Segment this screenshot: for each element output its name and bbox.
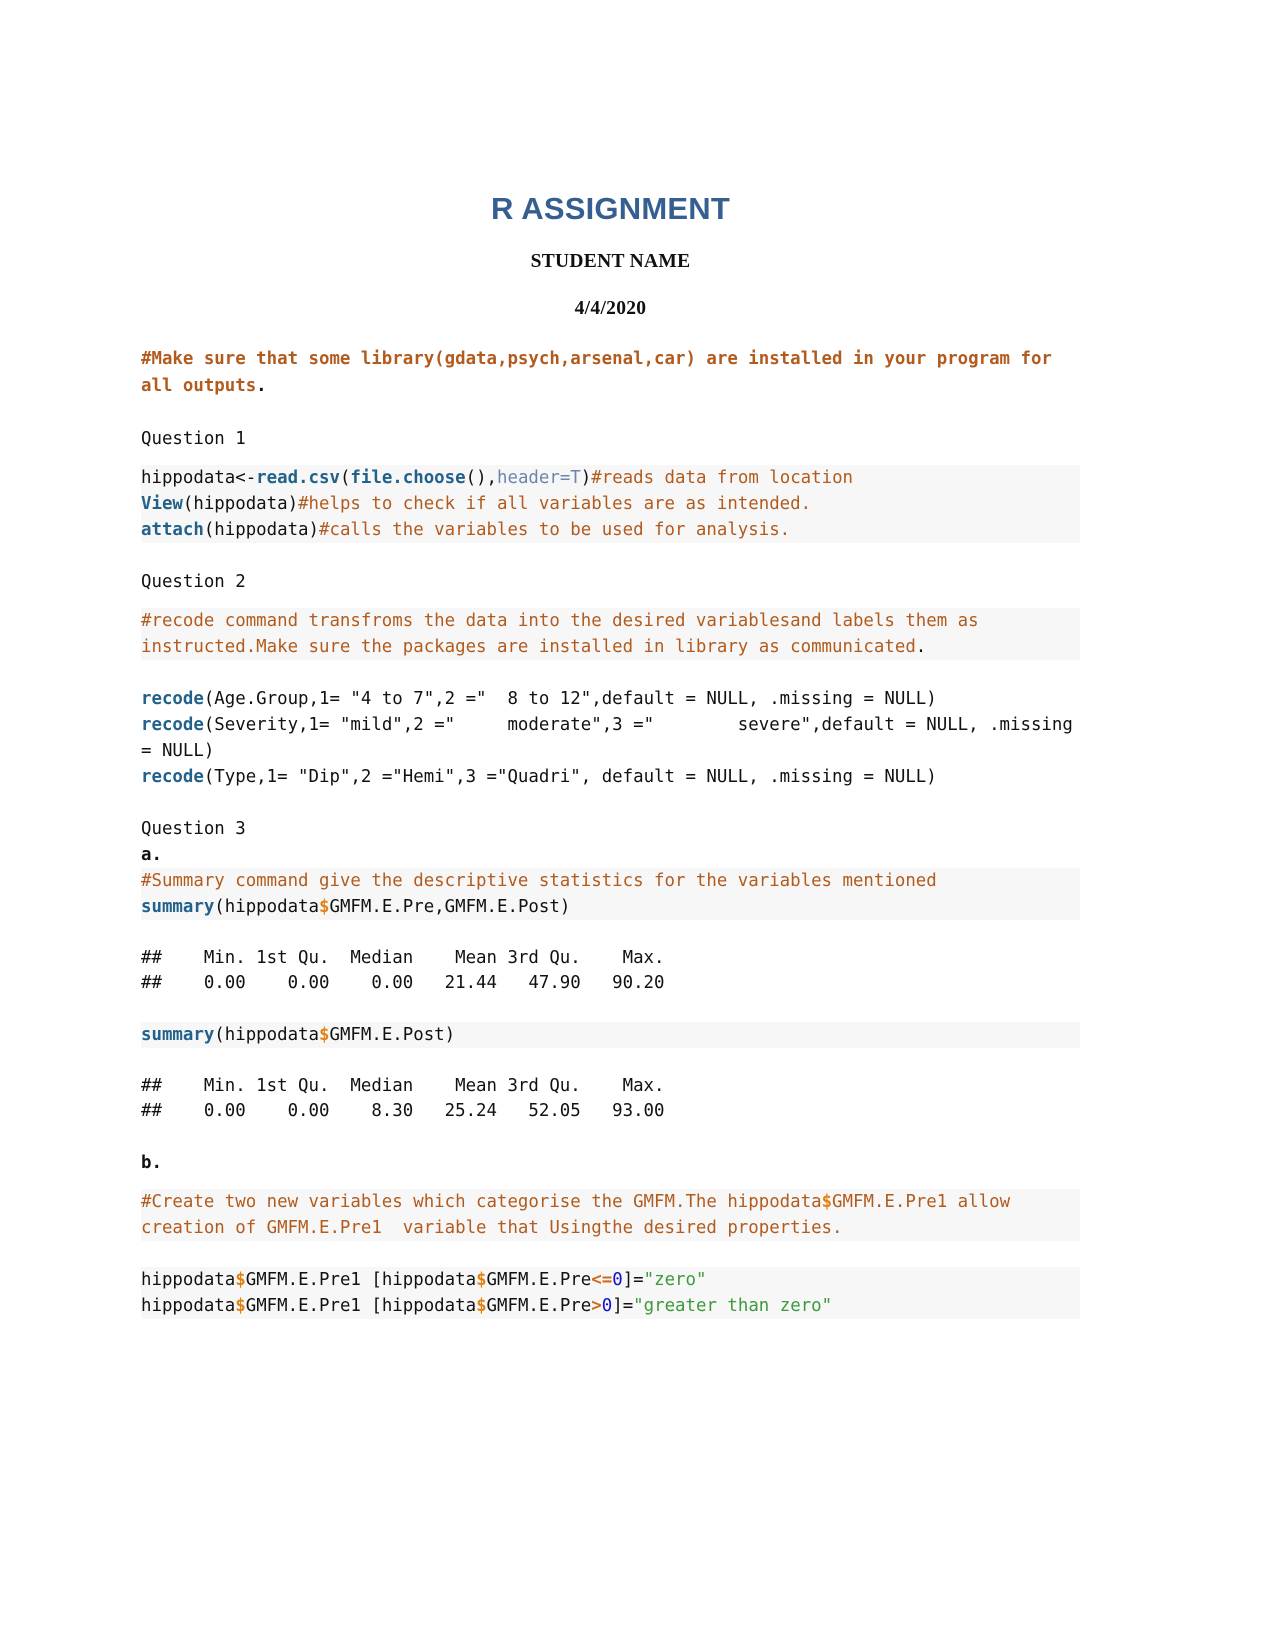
question-3b-comment-block: #Create two new variables which categori… xyxy=(141,1188,1080,1241)
question-1-code-block: hippodata<-read.csv(file.choose(),header… xyxy=(141,464,1080,543)
code-text: ) xyxy=(580,467,592,488)
summary-1-output-values: ## 0.00 0.00 0.00 21.44 47.90 90.20 xyxy=(141,972,665,993)
summary-1-output-header: ## Min. 1st Qu. Median Mean 3rd Qu. Max. xyxy=(141,947,665,968)
document-page: R ASSIGNMENT STUDENT NAME 4/4/2020 #Make… xyxy=(0,0,1275,1650)
dollar-operator: $ xyxy=(476,1295,487,1316)
numeric-literal: 0 xyxy=(612,1269,623,1290)
code-text: GMFM.E.Pre,GMFM.E.Post) xyxy=(329,896,571,917)
function-summary: summary xyxy=(141,896,215,917)
code-text: (Type,1= "Dip",2 ="Hemi",3 ="Quadri", de… xyxy=(203,766,937,787)
summary-2-output-header: ## Min. 1st Qu. Median Mean 3rd Qu. Max. xyxy=(141,1075,665,1096)
code-text: hippodata xyxy=(141,1269,236,1290)
question-3-label: Question 3 xyxy=(141,818,246,839)
string-literal: "greater than zero" xyxy=(633,1295,833,1316)
argument-header: header=T xyxy=(497,467,581,488)
code-text: (), xyxy=(465,467,498,488)
code-comment: #helps to check if all variables are as … xyxy=(298,493,812,514)
code-text: (Age.Group,1= "4 to 7",2 =" 8 to 12",def… xyxy=(203,688,937,709)
question-3-part-b-marker: b. xyxy=(141,1152,162,1173)
question-3a-comment-block: #Summary command give the descriptive st… xyxy=(141,867,1080,920)
function-read-csv: read.csv xyxy=(256,467,340,488)
code-text: (hippodata) xyxy=(203,519,319,540)
dollar-operator: $ xyxy=(476,1269,487,1290)
code-text: ]= xyxy=(622,1269,644,1290)
question-1-label: Question 1 xyxy=(141,428,246,449)
dollar-operator: $ xyxy=(319,1024,330,1045)
page-title: R ASSIGNMENT xyxy=(491,191,730,226)
code-text: hippodata<- xyxy=(141,467,257,488)
function-view: View xyxy=(141,493,183,514)
intro-note: #Make sure that some library(gdata,psych… xyxy=(141,346,1080,400)
code-text: GMFM.E.Pre xyxy=(486,1295,592,1316)
function-file-choose: file.choose xyxy=(350,467,466,488)
dollar-operator: $ xyxy=(235,1295,246,1316)
code-comment: #recode command transfroms the data into… xyxy=(141,610,990,657)
code-text: (hippodata xyxy=(214,1024,319,1045)
intro-note-text: #Make sure that some library(gdata,psych… xyxy=(141,348,1063,396)
comparison-operator: > xyxy=(591,1295,602,1316)
question-3b-assign-block: hippodata$GMFM.E.Pre1 [hippodata$GMFM.E.… xyxy=(141,1266,1080,1319)
dollar-operator: $ xyxy=(821,1191,833,1212)
code-text: GMFM.E.Pre xyxy=(486,1269,592,1290)
code-text: (hippodata xyxy=(214,896,319,917)
question-2-comment-block: #recode command transfroms the data into… xyxy=(141,607,1080,660)
string-literal: "zero" xyxy=(643,1269,707,1290)
summary-2-code-block: summary(hippodata$GMFM.E.Post) xyxy=(141,1021,1080,1048)
function-attach: attach xyxy=(141,519,204,540)
intro-note-period: . xyxy=(256,375,267,396)
code-text: GMFM.E.Post) xyxy=(329,1024,456,1045)
code-comment: #calls the variables to be used for anal… xyxy=(319,519,791,540)
summary-2-output-values: ## 0.00 0.00 8.30 25.24 52.05 93.00 xyxy=(141,1100,665,1121)
code-text: GMFM.E.Pre1 [hippodata xyxy=(245,1295,477,1316)
question-2-recode-block: recode(Age.Group,1= "4 to 7",2 =" 8 to 1… xyxy=(141,686,1080,790)
comparison-operator: <= xyxy=(591,1269,613,1290)
code-text: ]= xyxy=(612,1295,634,1316)
code-comment-period: . xyxy=(915,636,927,657)
question-3-part-a-marker: a. xyxy=(141,844,162,865)
function-recode: recode xyxy=(141,714,204,735)
numeric-literal: 0 xyxy=(601,1295,613,1316)
function-recode: recode xyxy=(141,688,204,709)
code-text: GMFM.E.Pre1 [hippodata xyxy=(245,1269,477,1290)
code-text: (Severity,1= "mild",2 =" moderate",3 =" … xyxy=(141,714,1084,761)
code-comment: #reads data from location xyxy=(591,467,854,488)
code-comment: #Summary command give the descriptive st… xyxy=(141,870,937,891)
code-text: hippodata xyxy=(141,1295,236,1316)
question-2-label: Question 2 xyxy=(141,571,246,592)
code-text: ( xyxy=(339,467,351,488)
document-author: STUDENT NAME xyxy=(530,250,691,272)
document-date: 4/4/2020 xyxy=(574,297,647,319)
function-summary: summary xyxy=(141,1024,215,1045)
code-comment: #Create two new variables which categori… xyxy=(141,1191,822,1212)
code-text: (hippodata) xyxy=(182,493,299,514)
function-recode: recode xyxy=(141,766,204,787)
dollar-operator: $ xyxy=(319,896,330,917)
dollar-operator: $ xyxy=(235,1269,246,1290)
